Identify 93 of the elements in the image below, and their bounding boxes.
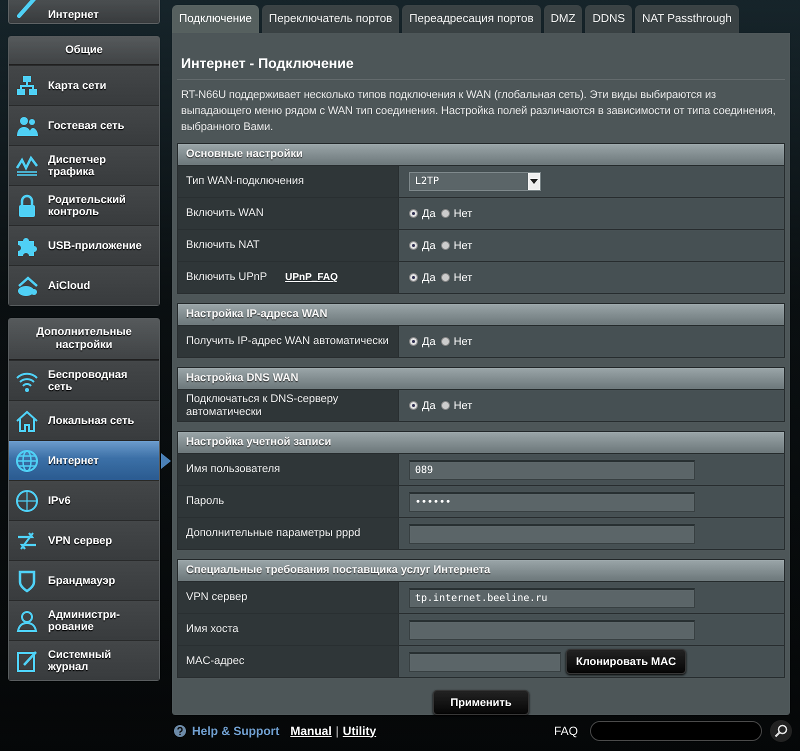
radio-label: Да [422, 336, 436, 348]
menu-group-header: Общие [9, 37, 159, 65]
field-label: Тип WAN-подключения [186, 175, 304, 188]
sidebar-item-label: Интернет [48, 9, 99, 21]
menu-group-header: Дополнительные настройки [9, 319, 159, 360]
sidebar-item[interactable]: AiCloud [9, 265, 159, 305]
tab[interactable]: Переадресация портов [402, 5, 541, 33]
manual-link[interactable]: Manual [290, 724, 332, 738]
radio-button[interactable] [409, 337, 418, 346]
section-header: Основные настройки [178, 144, 784, 165]
radio-button[interactable] [440, 337, 450, 346]
field-label: Получить IP-адрес WAN автоматически [186, 335, 389, 348]
faq-search-field[interactable] [590, 720, 762, 740]
radio-label: Нет [454, 208, 472, 220]
person-icon [15, 608, 39, 632]
field-label: Включить WAN [186, 207, 264, 220]
sidebar-item-label: Беспроводная сеть [48, 368, 128, 392]
input-field[interactable]: 089 [409, 460, 695, 480]
radio-label: Нет [454, 400, 472, 412]
radio-button[interactable] [440, 209, 450, 218]
radio-button[interactable] [440, 273, 450, 282]
search-button[interactable] [770, 720, 792, 742]
sidebar-item-label: IPv6 [48, 494, 71, 506]
wan-type-dropdown[interactable]: L2TP [409, 172, 541, 191]
network-icon [15, 74, 39, 98]
search-icon [774, 724, 788, 738]
radio-button[interactable] [409, 241, 418, 250]
cloud-house-icon [15, 274, 39, 298]
sidebar-item-label: Родительский контроль [48, 194, 127, 218]
tab[interactable]: DMZ [544, 5, 582, 33]
globe-icon [15, 448, 39, 472]
input-field[interactable]: tp.internet.beeline.ru [409, 588, 695, 608]
field-label: Включить UPnP [186, 271, 268, 284]
radio-button[interactable] [440, 401, 450, 410]
globe-icon [15, 488, 39, 512]
radio-label: Да [422, 240, 436, 252]
help-icon [174, 724, 186, 736]
field-label: Подключаться к DNS-серверу автоматически [186, 392, 340, 418]
section-header: Настройка DNS WAN [178, 368, 784, 389]
caret-icon [528, 173, 540, 190]
sidebar-item-label: USB-приложение [48, 240, 142, 252]
sidebar-item-label: Интернет [48, 454, 99, 466]
utility-link[interactable]: Utility [342, 724, 376, 738]
radio-label: Да [422, 400, 436, 412]
tab[interactable]: DDNS [585, 5, 632, 33]
radio-button[interactable] [440, 241, 450, 250]
edit-icon [15, 648, 39, 672]
chart-icon [15, 154, 39, 178]
sidebar-item[interactable]: Системный журнал [9, 640, 159, 680]
field-label: VPN сервер [186, 591, 248, 604]
clone-mac-button[interactable]: Клонировать MAC [566, 649, 686, 674]
sidebar-item-label: VPN сервер [48, 534, 112, 546]
apply-button[interactable]: Применить [433, 690, 529, 715]
radio-label: Нет [454, 272, 472, 284]
field-label: Имя хоста [186, 623, 239, 636]
field-label: MAC-адрес [186, 655, 244, 668]
input-field[interactable] [409, 620, 695, 640]
sidebar-item-label: Брандмауэр [48, 574, 116, 586]
radio-label: Нет [454, 336, 472, 348]
section-header: Настройка IP-адреса WAN [178, 304, 784, 325]
page-title: Интернет - Подключение [177, 33, 785, 80]
input-field[interactable] [409, 524, 695, 544]
tab[interactable]: Переключатель портов [262, 5, 400, 33]
radio-button[interactable] [409, 401, 418, 410]
faq-label: FAQ [554, 724, 578, 738]
field-label: Пароль [186, 495, 224, 508]
link-separator: | [336, 724, 339, 738]
section-header: Специальные требования поставщика услуг Интернета [178, 560, 784, 581]
sidebar-item-label: Гостевая сеть [48, 120, 124, 132]
input-field[interactable] [409, 652, 561, 672]
sidebar-item-label: Администри-рование [48, 608, 121, 632]
sidebar-item-label: Карта сети [48, 80, 106, 92]
section-header: Настройка учетной записи [178, 432, 784, 453]
field-label: Включить NAT [186, 239, 260, 252]
house-icon [15, 408, 39, 432]
sidebar-item[interactable]: Интернет [8, 0, 160, 24]
sidebar-item-label: Локальная сеть [48, 414, 134, 426]
tab[interactable]: NAT Passthrough [635, 5, 739, 33]
tab[interactable]: Подключение [172, 5, 259, 33]
radio-button[interactable] [409, 273, 418, 282]
help-support-link[interactable]: Help & Support [192, 724, 280, 738]
radio-label: Да [422, 272, 436, 284]
description-text: RT-N66U поддерживает несколько типов подключения к WAN (глобальная сеть). Эти виды выбираются из выпадающего меню рядом с WAN тип соединения. Настройка полей различаются в зависимости от типа соединения, выбранного Вами. [180, 88, 777, 135]
faq-link[interactable]: UPnP_FAQ [285, 272, 338, 283]
field-label: Имя пользователя [186, 463, 280, 476]
sidebar-item-label: AiCloud [48, 280, 90, 292]
radio-button[interactable] [409, 209, 418, 218]
radio-label: Да [422, 208, 436, 220]
input-field[interactable]: •••••• [409, 492, 695, 512]
sidebar-item-label: Системный журнал [48, 648, 112, 672]
radio-label: Нет [454, 240, 472, 252]
field-label: Дополнительные параметры pppd [186, 527, 360, 540]
sidebar-item-label: Диспетчер трафика [48, 154, 107, 178]
